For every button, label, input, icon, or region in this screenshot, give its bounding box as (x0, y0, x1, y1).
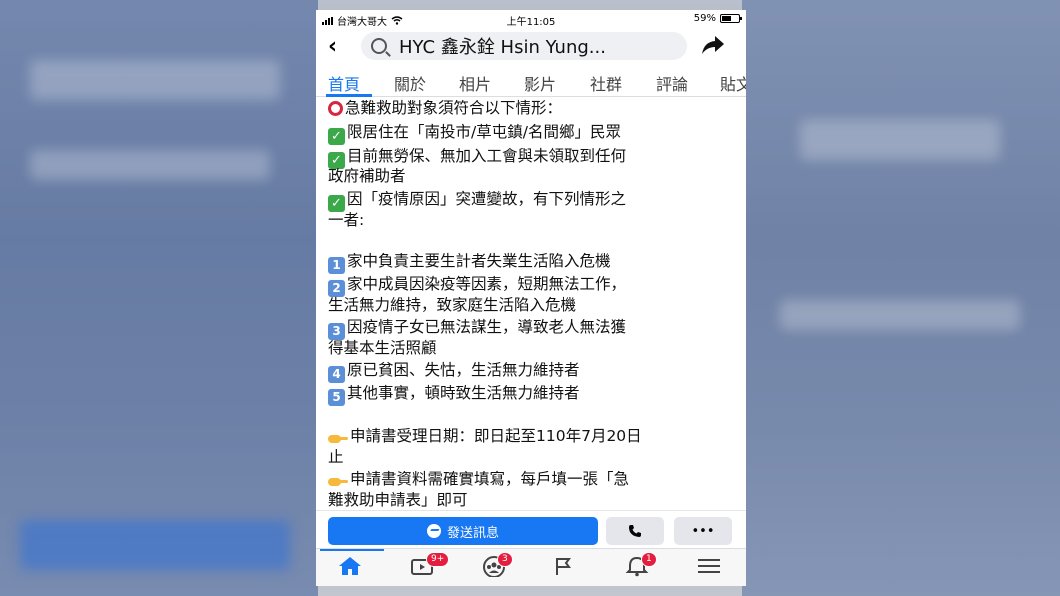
keycap-4-icon: 4 (328, 366, 345, 383)
phone-screen: 台灣大哥大 上午11:05 59% ‹ HYC 鑫永銓 Hsin Yung...… (316, 10, 746, 586)
back-arrow-icon[interactable]: ‹ (328, 34, 337, 59)
post-line: 4 原已貧困、失怙，生活無力維持者 (328, 360, 580, 383)
hamburger-menu-icon (698, 559, 720, 573)
share-icon[interactable] (700, 34, 726, 56)
pointing-hand-icon (328, 475, 348, 487)
tab-posts[interactable]: 貼文 (720, 71, 746, 95)
post-line: 3 因疫情子女已無法謀生，導致老人無法獲 (328, 317, 626, 340)
pointing-hand-icon (328, 432, 348, 444)
tab-about[interactable]: 關於 (394, 71, 426, 95)
page-action-bar: 發送訊息 ••• (316, 510, 746, 547)
search-bar[interactable]: HYC 鑫永銓 Hsin Yung... (361, 32, 687, 60)
battery-percent: 59% (693, 13, 716, 24)
active-tab-indicator (326, 94, 372, 97)
post-line: 申請書資料需確實填寫，每戶填一張「急 (328, 469, 629, 491)
post-line: ✓ 因「疫情原因」突遭變故，有下列情形之 (328, 189, 626, 212)
bottom-navigation: 9+ 3 1 (316, 548, 746, 586)
tab-community[interactable]: 社群 (590, 71, 622, 95)
nav-pages[interactable] (552, 555, 582, 581)
check-mark-icon: ✓ (328, 128, 345, 145)
tab-photos[interactable]: 相片 (459, 71, 491, 95)
search-icon (371, 38, 387, 54)
nav-home[interactable] (337, 555, 367, 581)
home-icon (339, 557, 361, 575)
battery-icon (720, 14, 742, 23)
post-line: 2 家中成員因染疫等因素，短期無法工作， (328, 274, 626, 297)
clock: 上午11:05 (506, 17, 556, 28)
nav-notifications[interactable]: 1 (625, 552, 657, 581)
post-line: ✓ 限居住在「南投市/草屯鎮/名間鄉」民眾 (328, 122, 621, 145)
search-header: ‹ HYC 鑫永銓 Hsin Yung... (316, 28, 746, 66)
notifications-badge: 1 (641, 552, 657, 567)
tab-home[interactable]: 首頁 (328, 71, 360, 95)
post-line: 政府補助者 (328, 167, 406, 185)
flag-icon (556, 558, 571, 575)
active-nav-indicator (320, 549, 384, 551)
post-line: 一者: (328, 211, 365, 229)
video-badge: 9+ (426, 552, 450, 567)
red-circle-icon (328, 101, 343, 116)
post-line: 難救助申請表」即可 (328, 491, 468, 509)
post-line: 1 家中負責主要生計者失業生活陷入危機 (328, 251, 611, 274)
messenger-icon (426, 524, 441, 538)
page-tabs: 首頁 關於 相片 影片 社群 評論 貼文 (316, 66, 746, 97)
post-line: 得基本生活照顧 (328, 339, 437, 357)
post-line: 5 其他事實，頓時致生活無力維持者 (328, 383, 580, 406)
phone-icon (629, 525, 641, 537)
post-line: 申請書受理日期：即日起至110年7月20日 (328, 426, 642, 448)
send-message-button[interactable]: 發送訊息 (328, 517, 598, 545)
send-message-label: 發送訊息 (446, 525, 499, 541)
call-button[interactable] (606, 517, 664, 545)
tab-videos[interactable]: 影片 (524, 71, 556, 95)
tab-reviews[interactable]: 評論 (656, 71, 688, 95)
nav-groups[interactable]: 3 (481, 552, 513, 581)
nav-watch[interactable]: 9+ (410, 552, 450, 581)
post-line: 生活無力維持，致家庭生活陷入危機 (328, 296, 577, 314)
status-bar: 台灣大哥大 上午11:05 59% (316, 10, 746, 28)
post-line: 急難救助對象須符合以下情形： (328, 98, 562, 120)
groups-badge: 3 (497, 552, 513, 567)
page-name: HYC 鑫永銓 Hsin Yung... (399, 37, 606, 58)
more-options-button[interactable]: ••• (674, 517, 732, 545)
post-line: 止 (328, 448, 344, 466)
keycap-5-icon: 5 (328, 389, 345, 406)
nav-menu[interactable] (697, 555, 727, 581)
battery-fill (722, 16, 732, 21)
keycap-1-icon: 1 (328, 257, 345, 274)
